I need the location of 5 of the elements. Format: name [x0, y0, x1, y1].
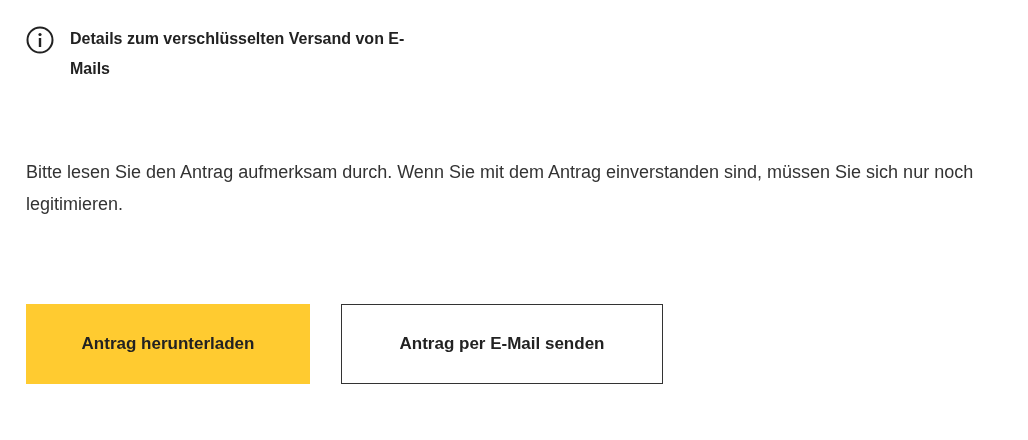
email-button[interactable]: Antrag per E-Mail senden [341, 304, 663, 384]
info-icon [26, 26, 54, 54]
instruction-text: Bitte lesen Sie den Antrag aufmerksam durch. Wenn Sie mit dem Antrag einverstanden sind, müssen Sie sich nur noch legitimieren. [26, 161, 975, 216]
download-button[interactable]: Antrag herunterladen [26, 304, 310, 384]
info-link[interactable]: Details zum verschlüsselten Versand von E-Mails [70, 24, 430, 84]
